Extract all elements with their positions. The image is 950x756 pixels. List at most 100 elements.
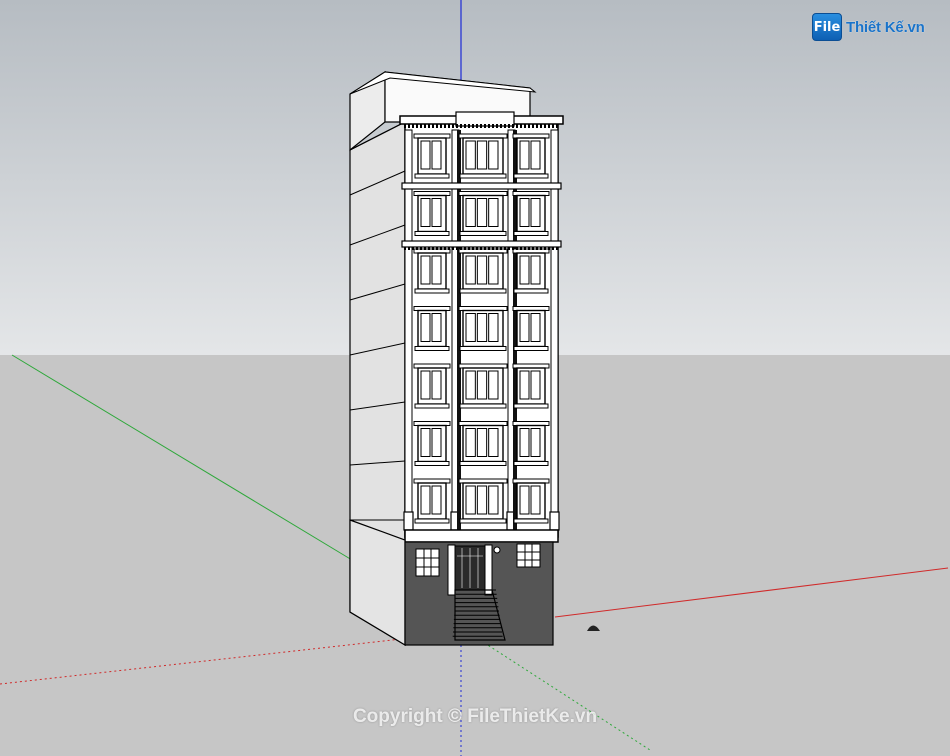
belt-dentil [468,247,470,250]
window-sill [513,288,549,294]
window-pane [420,313,431,342]
dentil [480,124,482,128]
window-pane [431,370,442,400]
window-pane [465,198,476,227]
belt-dentil [420,247,422,250]
belt-dentil [448,247,450,250]
belt-dentil [528,247,530,250]
belt-dentil [476,247,478,250]
dentil [476,124,478,128]
entrance-pillar-right [484,544,493,596]
window-sill [459,518,507,524]
window-sill [513,403,549,409]
window-pane [530,428,541,457]
dentil [424,124,426,128]
dentil [452,124,454,128]
window-pane [488,198,499,227]
window-pane [530,485,541,515]
belt-dentil [544,247,546,250]
belt-dentil [492,247,494,250]
belt-dentil [436,247,438,250]
belt-dentil [552,247,554,250]
belt-dentil [432,247,434,250]
window-sill [414,173,450,179]
belt-dentil [532,247,534,250]
dentil [532,124,534,128]
pilaster-base [549,511,560,531]
belt-dentil [416,247,418,250]
belt-dentil [520,247,522,250]
window-pane [431,313,442,342]
dentil [500,124,502,128]
pilaster-base [403,511,414,531]
belt-dentil [412,247,414,250]
dentil [420,124,422,128]
window-pane [519,198,530,227]
belt-dentil [484,247,486,250]
window-sill [459,461,507,466]
dentil [492,124,494,128]
window-pane [488,140,499,170]
pilaster-shadow [457,130,461,530]
dentil [488,124,490,128]
belt-dentil [428,247,430,250]
pilaster [404,129,413,531]
window-pane [476,140,488,170]
dentil [520,124,522,128]
window-sill [414,518,450,524]
lamp [493,546,501,554]
dentil [428,124,430,128]
window-pane [431,428,442,457]
window-pane [431,485,442,515]
belt-dentil [408,247,410,250]
belt-dentil [504,247,506,250]
belt-dentil [516,247,518,250]
dentil [516,124,518,128]
window-pane [476,198,488,227]
dentil [548,124,550,128]
ground-window-right [516,543,541,568]
belt-dentil [480,247,482,250]
belt-dentil [456,247,458,250]
window-pane [420,255,431,285]
belt-dentil [508,247,510,250]
window-pane [431,140,442,170]
window-pane [530,255,541,285]
dentil [436,124,438,128]
window-pane [530,370,541,400]
file-thietke-logo-icon: File [812,13,842,41]
dentil [556,124,558,128]
window-pane [519,140,530,170]
3d-scene[interactable] [0,0,950,756]
window-sill [459,403,507,409]
belt-dentil [452,247,454,250]
window-sill [414,346,450,351]
dentil [444,124,446,128]
sketchup-viewport[interactable]: File Thiết Kế.vn Copyright © FileThietKe… [0,0,950,756]
belt-dentil [500,247,502,250]
window-pane [465,370,476,400]
window-sill [459,346,507,351]
window-sill [459,288,507,294]
window-pane [519,313,530,342]
window-pane [488,485,499,515]
dentil [496,124,498,128]
window-pane [465,313,476,342]
ground-window-left [415,548,440,577]
dentil [524,124,526,128]
logo-text: Thiết Kế.vn [846,18,925,36]
window-pane [488,428,499,457]
belt-dentil [540,247,542,250]
window-sill [513,518,549,524]
window-pane [519,485,530,515]
belt-dentil [512,247,514,250]
window-sill [414,288,450,294]
window-pane [488,313,499,342]
dentil [456,124,458,128]
belt-dentil [464,247,466,250]
dentil [512,124,514,128]
belt-dentil [536,247,538,250]
window-sill [513,173,549,179]
window-grid [413,133,550,524]
dentil [404,124,406,128]
